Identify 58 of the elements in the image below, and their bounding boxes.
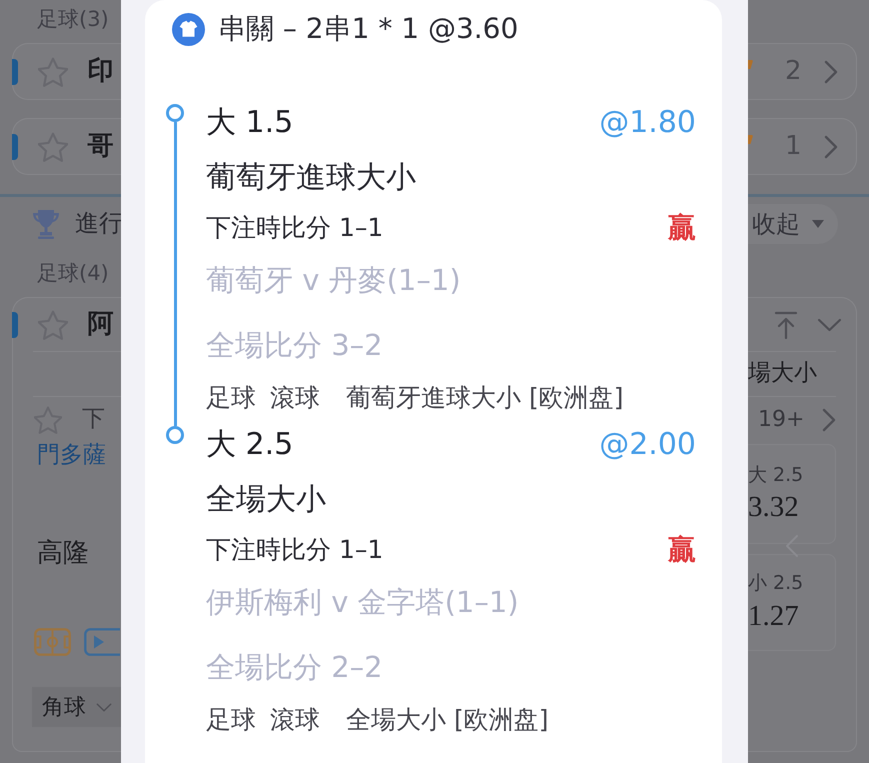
chevron-down-icon[interactable] [817,318,842,332]
period-label: 下 [82,406,105,434]
full-time-score: 全場比分 3–2 [206,328,383,362]
chevron-right-icon[interactable] [824,134,838,158]
team-name: 阿 [88,308,114,340]
accent-bar [12,134,18,160]
collapse-button[interactable]: 收起 [748,204,838,244]
odds-button[interactable]: 大 2.5 3.32 [748,444,836,544]
odds-value: @1.80 [599,105,696,141]
mode-label: 滾球 [270,705,320,735]
match-card[interactable]: 阿 下 門多薩 高隆 角球 [12,297,121,752]
team-name: 哥 [88,130,114,162]
match-card[interactable]: 印 [12,43,121,100]
chevron-right-icon[interactable] [822,408,836,432]
chevron-right-icon[interactable] [824,60,838,84]
league-label: 足球(4) [37,260,109,286]
bet-score-text: 下注時比分 1–1 [206,213,384,243]
full-time-score: 全場比分 2–2 [206,650,383,684]
chevron-down-icon [96,702,112,712]
selection-label: 大 2.5 [206,427,294,463]
market-name: 葡萄牙進球大小 [206,160,416,196]
timeline-node-icon [166,104,184,122]
selection-label: 大 1.5 [206,105,294,141]
result-label: 贏 [668,211,696,245]
match-name: 葡萄牙 v 丹麥(1–1) [206,262,461,298]
market-name: 全場大小 [206,482,326,518]
market-type-label: 全場大小 [欧洲盘] [346,705,548,735]
match-card[interactable]: 場大小 19+ 大 2.5 3.32 小 2.5 1.27 [748,297,857,752]
video-play-icon[interactable] [84,628,120,656]
marker-icon [748,135,753,144]
match-card[interactable]: 哥 [12,118,121,175]
jersey-icon [172,12,205,46]
league-label: 足球(3) [37,7,109,33]
team-name: 高隆 [37,538,89,570]
match-name: 伊斯梅利 v 金字塔(1–1) [206,584,519,620]
bet-slip-title: 串關 – 2串1 * 1 @3.60 [218,12,518,46]
odds-value: @2.00 [599,427,696,463]
team-name: 門多薩 [37,442,106,470]
mode-label: 滾球 [270,383,320,413]
team-name: 印 [88,56,114,88]
sport-label: 足球 [206,705,256,735]
result-label: 贏 [668,533,696,567]
more-count[interactable]: 19+ [758,406,804,434]
accent-bar [12,58,18,84]
trophy-icon [32,208,60,238]
bet-score-text: 下注時比分 1–1 [206,535,384,565]
market-tab[interactable]: 場大小 [748,360,817,388]
accent-bar [12,312,18,338]
caret-down-icon [812,220,824,228]
timeline-node-icon [166,426,184,444]
odds-button[interactable]: 小 2.5 1.27 [748,554,836,651]
market-type-label: 葡萄牙進球大小 [欧洲盘] [346,383,624,413]
marker-icon [748,60,753,69]
soccer-field-icon[interactable] [34,628,71,656]
market-dropdown[interactable]: 角球 [32,687,121,727]
sport-label: 足球 [206,383,256,413]
arrow-up-icon[interactable] [773,310,799,338]
section-title: 進行 [75,209,123,238]
